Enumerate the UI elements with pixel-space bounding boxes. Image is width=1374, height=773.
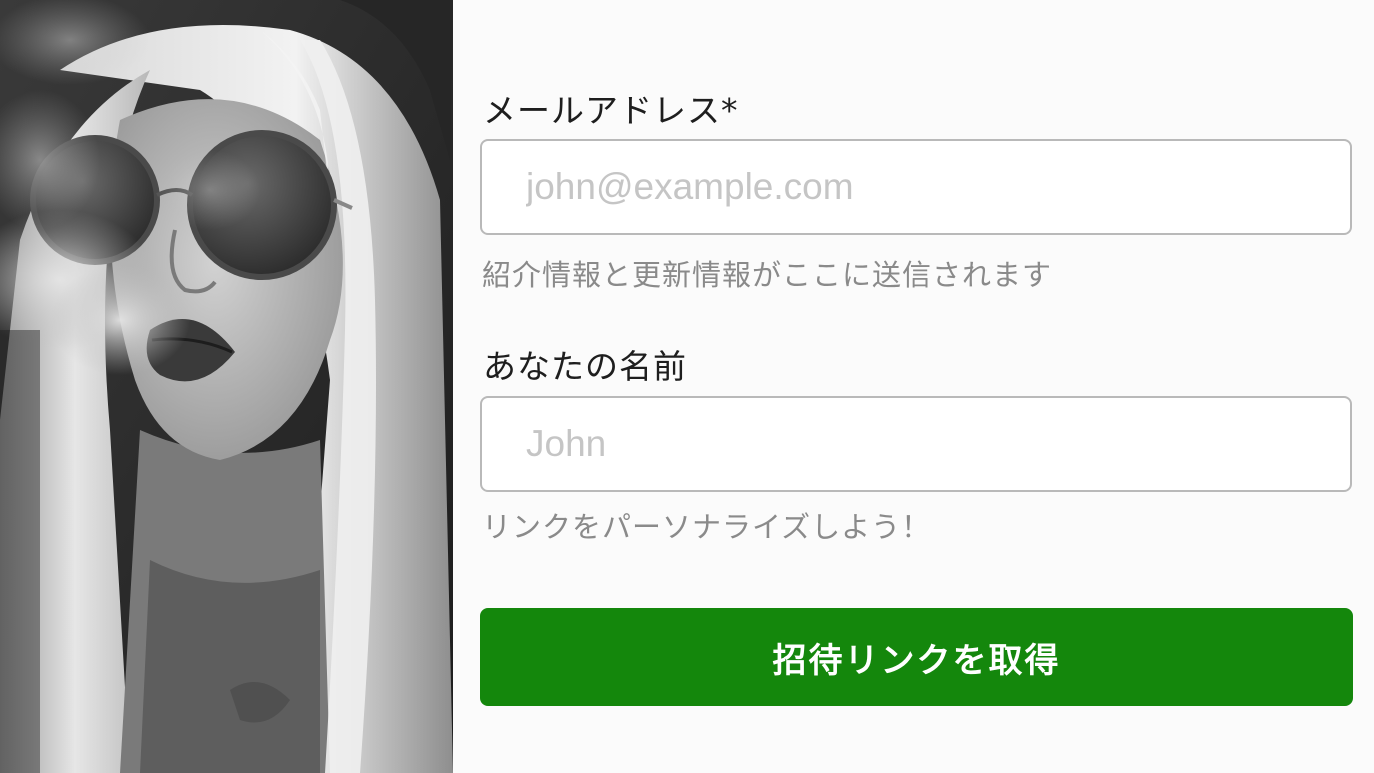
get-invite-link-button[interactable]: 招待リンクを取得 [480, 608, 1353, 706]
name-hint: リンクをパーソナライズしよう！ [482, 510, 932, 544]
signup-form: メールアドレス* 紹介情報と更新情報がここに送信されます あなたの名前 リンクを… [453, 0, 1374, 773]
email-hint: 紹介情報と更新情報がここに送信されます [482, 258, 1053, 292]
email-label: メールアドレス* [483, 91, 739, 130]
portrait-image [0, 0, 453, 773]
hero-photo [0, 0, 453, 773]
name-field[interactable] [480, 396, 1352, 492]
signup-page: メールアドレス* 紹介情報と更新情報がここに送信されます あなたの名前 リンクを… [0, 0, 1374, 773]
email-field[interactable] [480, 139, 1352, 235]
name-label: あなたの名前 [483, 347, 687, 386]
